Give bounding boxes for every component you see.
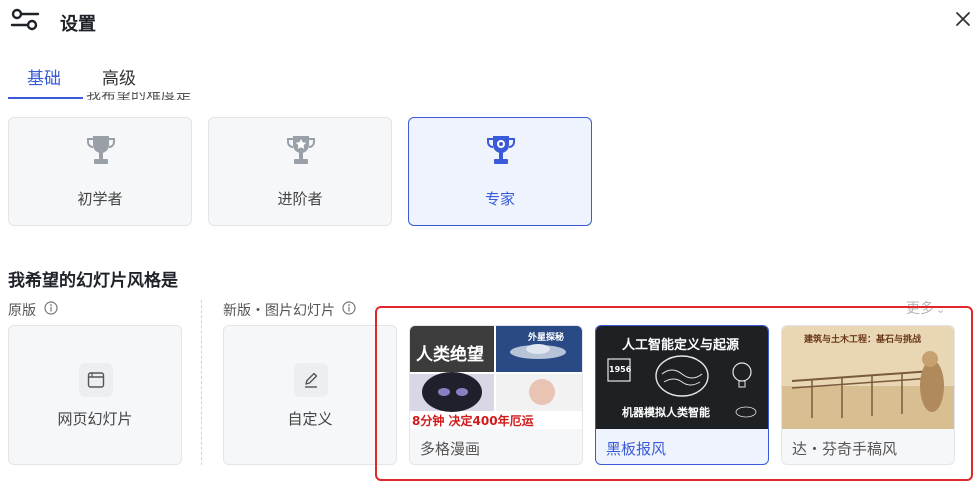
- style-card-comic[interactable]: 人类绝望 外星探秘 8分钟 决定400年厄运 多格漫画: [409, 325, 583, 465]
- info-icon[interactable]: [44, 301, 58, 315]
- trophy-icon: [87, 136, 115, 164]
- style-label: 黑板报风: [606, 440, 667, 458]
- edit-pen-icon: [294, 363, 328, 397]
- close-icon[interactable]: [952, 8, 974, 30]
- browser-window-icon: [79, 363, 113, 397]
- blackboard-bottom-text: 机器模拟人类智能: [622, 406, 710, 419]
- blackboard-title-text: 人工智能定义与起源: [622, 338, 740, 353]
- style-card-davinci[interactable]: 建筑与土木工程：基石与挑战 达・芬奇手稿风: [781, 325, 955, 465]
- comic-bottom-text: 8分钟 决定400年厄运: [412, 414, 534, 428]
- more-label: 更多: [906, 301, 934, 317]
- section-divider: [201, 300, 202, 465]
- difficulty-heading-clipped: 我希望的难度是: [86, 92, 196, 100]
- style-card-web-slides[interactable]: 网页幻灯片: [8, 325, 182, 465]
- style-label: 网页幻灯片: [57, 410, 133, 428]
- davinci-thumbnail: 建筑与土木工程：基石与挑战: [782, 326, 954, 429]
- level-card-intermediate[interactable]: 进阶者: [208, 117, 392, 226]
- active-tab-indicator: [8, 97, 83, 99]
- dialog-title: 设置: [60, 14, 96, 35]
- comic-thumbnail: 人类绝望 外星探秘 8分钟 决定400年厄运: [410, 326, 582, 429]
- style-card-blackboard[interactable]: 人工智能定义与起源 1956 机器模拟人类智能 黑板报风: [595, 325, 769, 465]
- level-card-expert[interactable]: 专家: [408, 117, 592, 226]
- level-label: 专家: [484, 190, 515, 208]
- style-label: 自定义: [287, 410, 333, 428]
- more-styles-link[interactable]: 更多 ⌄: [906, 298, 945, 318]
- style-label: 达・芬奇手稿风: [792, 440, 898, 458]
- original-version-label: 原版: [8, 303, 36, 319]
- chevron-down-icon: ⌄: [936, 303, 946, 316]
- star-trophy-icon: [287, 136, 315, 164]
- davinci-title-text: 建筑与土木工程：基石与挑战: [804, 335, 922, 345]
- tab-advanced[interactable]: 高级: [102, 64, 136, 89]
- blackboard-thumbnail: 人工智能定义与起源 1956 机器模拟人类智能: [596, 326, 768, 429]
- medal-trophy-icon: [487, 136, 515, 164]
- level-label: 进阶者: [277, 190, 323, 208]
- level-card-beginner[interactable]: 初学者: [8, 117, 192, 226]
- style-section-title: 我希望的幻灯片风格是: [8, 271, 178, 291]
- style-label: 多格漫画: [420, 440, 481, 458]
- comic-title-text: 人类绝望: [416, 345, 484, 365]
- blackboard-year-text: 1956: [609, 365, 632, 374]
- sliders-icon: [10, 8, 40, 31]
- tab-basic[interactable]: 基础: [27, 64, 61, 89]
- info-icon[interactable]: [342, 301, 356, 315]
- style-card-custom[interactable]: 自定义: [223, 325, 397, 465]
- comic-tag-text: 外星探秘: [528, 333, 565, 343]
- level-label: 初学者: [77, 190, 123, 208]
- new-version-label: 新版・图片幻灯片: [223, 303, 335, 319]
